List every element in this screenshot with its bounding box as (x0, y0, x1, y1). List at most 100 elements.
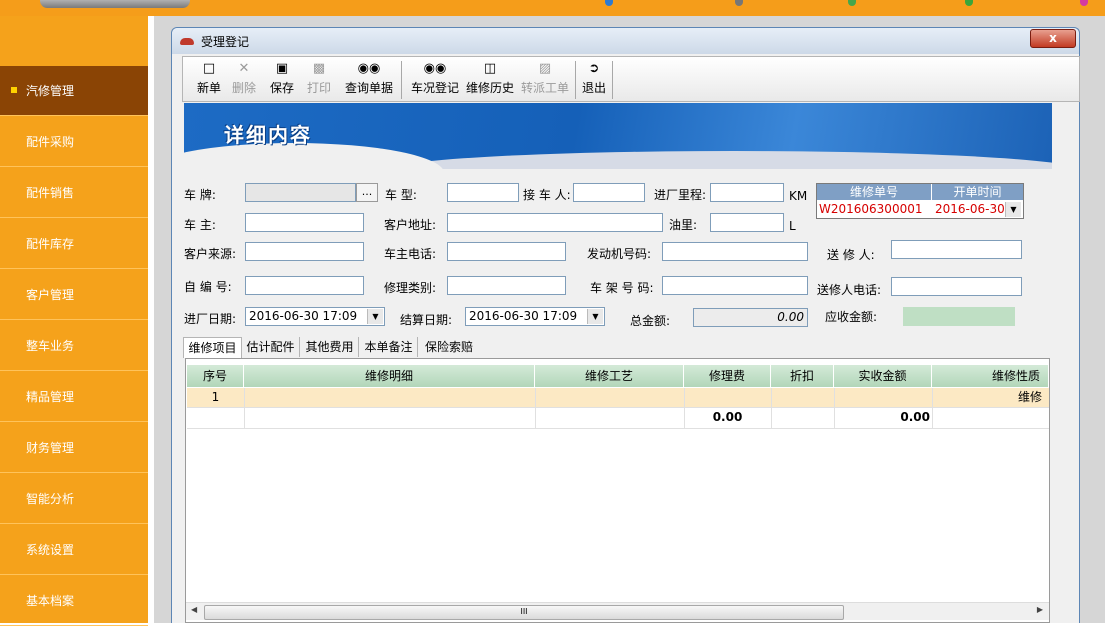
cell-fee[interactable] (684, 388, 771, 407)
order-no-value: W201606300001 (819, 202, 923, 216)
decor-dot-icon (605, 0, 613, 6)
order-time-value[interactable]: 2016-06-30 (933, 201, 1007, 218)
detail-banner: 详细内容 (184, 103, 1052, 169)
cell-detail[interactable] (244, 388, 535, 407)
scroll-left-icon[interactable]: ◀ (191, 605, 197, 614)
in-date-value: 2016-06-30 17:09 (249, 309, 358, 323)
active-bullet-icon (11, 87, 17, 93)
window-titlebar[interactable]: 受理登记 x (172, 28, 1079, 54)
sidebar-item-label: 配件库存 (26, 237, 75, 251)
sidebar-item-label: 整车业务 (26, 339, 75, 353)
cell-nature[interactable]: 维修 (932, 388, 1042, 407)
table-row[interactable]: 1 维修 (187, 388, 1049, 407)
self-no-field[interactable] (245, 276, 364, 295)
settle-date-picker[interactable]: 2016-06-30 17:09 ▼ (465, 307, 605, 326)
column-header[interactable]: 维修明细 (244, 365, 535, 387)
new-button[interactable]: □ 新单 (195, 61, 223, 99)
cell-amount[interactable] (834, 388, 932, 407)
column-header[interactable]: 维修工艺 (535, 365, 684, 387)
tab-other-fees[interactable]: 其他费用 (301, 337, 359, 357)
tab-order-notes[interactable]: 本单备注 (360, 337, 418, 357)
frame-field[interactable] (662, 276, 808, 295)
sidebar-item-settings[interactable]: 系统设置 (0, 525, 148, 575)
sidebar-item-parts-stock[interactable]: 配件库存 (0, 219, 148, 269)
column-header[interactable]: 实收金额 (834, 365, 932, 387)
receivable-amount-field (903, 307, 1015, 326)
sidebar: 汽修管理 配件采购 配件销售 配件库存 客户管理 整车业务 精品管理 财务管理 … (0, 16, 148, 626)
total-amount: 0.00 (900, 410, 930, 424)
save-button[interactable]: ▣ 保存 (268, 61, 296, 99)
query-button[interactable]: ◉◉ 查询单据 (343, 61, 395, 99)
banner-heading: 详细内容 (224, 123, 312, 147)
sidebar-item-label: 系统设置 (26, 543, 75, 557)
tab-repair-items[interactable]: 维修项目 (183, 337, 242, 358)
repair-type-field[interactable] (447, 276, 566, 295)
repair-items-grid[interactable]: 序号 维修明细 维修工艺 修理费 折扣 实收金额 维修性质 1 维修 0.00 … (185, 358, 1050, 623)
horizontal-scrollbar[interactable]: ◀ III ▶ (186, 602, 1049, 620)
tab-estimated-parts[interactable]: 估计配件 (242, 337, 300, 357)
sidebar-item-parts-purchase[interactable]: 配件采购 (0, 117, 148, 167)
chevron-down-icon[interactable]: ▼ (1005, 202, 1021, 217)
printer-icon: ▩ (312, 61, 326, 76)
cell-discount[interactable] (771, 388, 834, 407)
sidebar-item-vehicle-business[interactable]: 整车业务 (0, 321, 148, 371)
column-header[interactable]: 维修性质 (932, 365, 1049, 387)
scroll-thumb[interactable]: III (204, 605, 844, 620)
tab-insurance-claims[interactable]: 保险索赔 (419, 337, 479, 357)
owner-phone-field[interactable] (447, 242, 566, 261)
grid-line (535, 388, 536, 428)
grid-line (771, 388, 772, 428)
source-field[interactable] (245, 242, 364, 261)
mileage-field[interactable] (710, 183, 784, 202)
grid-line (932, 388, 933, 428)
receiver-label: 接 车 人: (523, 188, 571, 202)
mileage-unit: KM (789, 189, 808, 203)
sidebar-item-analysis[interactable]: 智能分析 (0, 474, 148, 524)
sidebar-item-finance[interactable]: 财务管理 (0, 423, 148, 473)
column-header[interactable]: 折扣 (771, 365, 834, 387)
print-button[interactable]: ▩ 打印 (305, 61, 333, 99)
binoculars-icon: ◉◉ (357, 61, 381, 76)
sidebar-item-boutique[interactable]: 精品管理 (0, 372, 148, 422)
engine-field[interactable] (662, 242, 808, 261)
cell-craft[interactable] (535, 388, 684, 407)
inspect-button[interactable]: ◉◉ 车况登记 (409, 61, 461, 99)
owner-field[interactable] (245, 213, 364, 232)
toolbar-separator (612, 61, 613, 99)
sidebar-item-label: 精品管理 (26, 390, 75, 404)
column-header[interactable]: 修理费 (684, 365, 771, 387)
save-button-label: 保存 (269, 81, 294, 95)
plate-field[interactable] (245, 183, 356, 202)
car-icon (180, 38, 194, 45)
plate-lookup-button[interactable]: ... (356, 183, 378, 202)
history-button[interactable]: ◫ 维修历史 (464, 61, 516, 99)
address-field[interactable] (447, 213, 663, 232)
receiver-field[interactable] (573, 183, 645, 202)
sidebar-item-parts-sales[interactable]: 配件销售 (0, 168, 148, 218)
sender-field[interactable] (891, 240, 1022, 259)
close-button[interactable]: x (1030, 29, 1076, 48)
fuel-field[interactable] (710, 213, 784, 232)
sidebar-item-auto-repair[interactable]: 汽修管理 (0, 66, 148, 116)
sidebar-item-label: 财务管理 (26, 441, 75, 455)
sidebar-item-base-records[interactable]: 基本档案 (0, 576, 148, 626)
in-date-picker[interactable]: 2016-06-30 17:09 ▼ (245, 307, 385, 326)
decor-dot-icon (848, 0, 856, 6)
transfer-button[interactable]: ▨ 转派工单 (519, 61, 571, 99)
address-label: 客户地址: (384, 218, 437, 232)
scroll-right-icon[interactable]: ▶ (1037, 605, 1043, 614)
sidebar-item-customers[interactable]: 客户管理 (0, 270, 148, 320)
column-header[interactable]: 序号 (187, 365, 244, 387)
inspect-button-label: 车况登记 (410, 81, 459, 95)
order-info-box: 维修单号 开单时间 W201606300001 2016-06-30 ▼ (816, 183, 1024, 219)
grid-line (244, 388, 245, 428)
model-field[interactable] (447, 183, 519, 202)
exit-button[interactable]: ➲ 退出 (580, 61, 608, 99)
decor-dot-icon (965, 0, 973, 6)
toolbar: □ 新单 ✕ 删除 ▣ 保存 ▩ 打印 ◉◉ 查询单据 ◉◉ 车况登记 ◫ 维修… (182, 56, 1080, 102)
engine-label: 发动机号码: (587, 247, 652, 261)
chevron-down-icon[interactable]: ▼ (367, 309, 383, 324)
delete-button[interactable]: ✕ 删除 (230, 61, 258, 99)
chevron-down-icon[interactable]: ▼ (587, 309, 603, 324)
sender-phone-field[interactable] (891, 277, 1022, 296)
